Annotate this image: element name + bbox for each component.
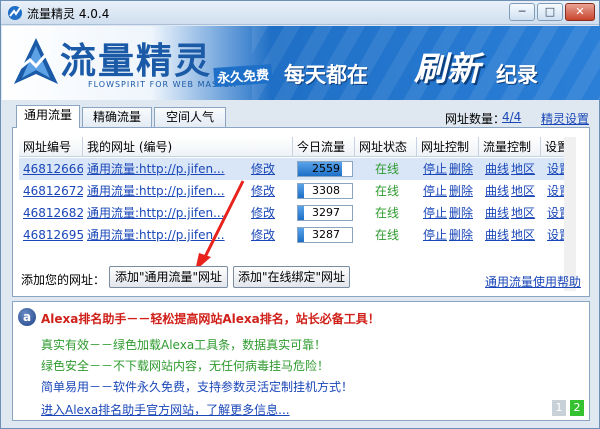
row-status: 在线 [375, 162, 400, 176]
spirit-settings-link[interactable]: 精灵设置 [541, 110, 589, 127]
pointer-arrow-icon [195, 180, 245, 271]
alexa-feature-3: 简单易用－－软件永久免费，支持参数灵活定制挂机方式！ [41, 380, 354, 394]
add-general-url-button[interactable]: 添加"通用流量"网址 [109, 266, 228, 288]
row-curve-link[interactable]: 曲线 [481, 224, 509, 246]
add-url-label: 添加您的网址： [21, 273, 106, 287]
column-header-id[interactable]: 网址编号 [19, 137, 83, 157]
close-button[interactable]: ✕ [565, 3, 595, 21]
tab-general-traffic[interactable]: 通用流量 [16, 105, 80, 128]
row-region-link[interactable]: 地区 [507, 202, 537, 224]
row-edit-link[interactable]: 修改 [247, 158, 287, 180]
alexa-feature-2: 绿色安全－－不下载网站内容，无任何病毒挂马危险！ [41, 359, 330, 373]
column-header-flow[interactable]: 今日流量 [293, 137, 355, 157]
column-header-flow-control[interactable]: 流量控制 [479, 137, 541, 157]
table-row[interactable]: 46812682 通用流量:http://p.jifen... 修改 在线 停止 删除 曲线… [19, 202, 576, 224]
row-stop-link[interactable]: 停止 [419, 158, 447, 180]
row-region-link[interactable]: 地区 [507, 158, 537, 180]
row-delete-link[interactable]: 删除 [445, 224, 475, 246]
row-flow-value: 3287 [312, 228, 340, 241]
slogan-part1: 每天都在 [284, 63, 368, 87]
row-id-link[interactable]: 46812672 [19, 180, 83, 202]
tab-precise-traffic[interactable]: 精确流量 [82, 107, 152, 127]
row-status: 在线 [375, 206, 400, 220]
row-edit-link[interactable]: 修改 [247, 224, 287, 246]
maximize-button[interactable]: □ [537, 3, 563, 21]
minimize-button[interactable]: ─ [509, 3, 535, 21]
info-page-1-button[interactable]: 1 [552, 400, 566, 416]
row-id-link[interactable]: 46812695 [19, 224, 83, 246]
alexa-feature-1: 真实有效－－绿色加载Alexa工具条，数据真实可靠！ [41, 338, 327, 352]
column-header-status[interactable]: 网址状态 [355, 137, 417, 157]
row-id-link[interactable]: 46812666 [19, 158, 83, 180]
row-flow-meter: 2559 [297, 161, 353, 177]
row-stop-link[interactable]: 停止 [419, 202, 447, 224]
row-id-link[interactable]: 46812682 [19, 202, 83, 224]
info-page-2-button[interactable]: 2 [570, 400, 584, 416]
row-status: 在线 [375, 184, 400, 198]
alexa-icon: a [18, 308, 36, 326]
row-delete-link[interactable]: 删除 [445, 158, 475, 180]
table-row[interactable]: 46812695 通用流量:http://p.jifen... 修改 在线 停止 删除 曲线… [19, 224, 576, 246]
row-flow-value: 3297 [312, 206, 340, 219]
row-flow-meter: 3308 [297, 183, 353, 199]
logo-text: 流量精灵 [60, 40, 213, 82]
flow-spirit-logo-icon [14, 38, 58, 84]
row-delete-link[interactable]: 删除 [445, 202, 475, 224]
app-logo-icon [8, 6, 22, 20]
alexa-title: Alexa排名助手－－轻松提高网站Alexa排名，站长必备工具！ [41, 312, 380, 326]
table-row[interactable]: 46812672 通用流量:http://p.jifen... 修改 在线 停止 删除 曲线… [19, 180, 576, 202]
general-traffic-help-link[interactable]: 通用流量使用帮助 [485, 273, 581, 290]
row-stop-link[interactable]: 停止 [419, 224, 447, 246]
column-header-url-control[interactable]: 网址控制 [417, 137, 479, 157]
row-curve-link[interactable]: 曲线 [481, 158, 509, 180]
row-region-link[interactable]: 地区 [507, 180, 537, 202]
window-title: 流量精灵 4.0.4 [27, 7, 110, 21]
url-count-value[interactable]: 4/4 [502, 110, 521, 124]
column-header-url[interactable]: 我的网址 (编号) [83, 137, 293, 157]
slogan-part3: 纪录 [496, 63, 538, 87]
row-delete-link[interactable]: 删除 [445, 180, 475, 202]
row-flow-value: 3308 [312, 184, 340, 197]
url-count-label: 网址数量： [445, 112, 506, 126]
row-region-link[interactable]: 地区 [507, 224, 537, 246]
add-online-binding-url-button[interactable]: 添加"在线绑定"网址 [233, 266, 350, 288]
row-edit-link[interactable]: 修改 [247, 180, 287, 202]
row-flow-bar [298, 184, 304, 198]
row-flow-value: 2559 [312, 162, 340, 175]
table-row[interactable]: 46812666 通用流量:http://p.jifen... 修改 在线 停止 删除 曲线… [19, 158, 576, 180]
row-edit-link[interactable]: 修改 [247, 202, 287, 224]
table-scrollbar[interactable] [564, 137, 576, 291]
row-status: 在线 [375, 228, 400, 242]
row-flow-meter: 3297 [297, 205, 353, 221]
row-curve-link[interactable]: 曲线 [481, 180, 509, 202]
title-bar[interactable]: 流量精灵 4.0.4 ─ □ ✕ [1, 1, 599, 25]
row-curve-link[interactable]: 曲线 [481, 202, 509, 224]
row-flow-bar [298, 228, 304, 242]
main-window: 流量精灵 4.0.4 ─ □ ✕ 流量精灵 FLOWSPIRIT FOR WEB… [0, 0, 600, 429]
banner: 流量精灵 FLOWSPIRIT FOR WEB MASTER 永久免费 每天都在… [2, 26, 600, 100]
row-stop-link[interactable]: 停止 [419, 180, 447, 202]
alexa-website-link[interactable]: 进入Alexa排名助手官方网站，了解更多信息... [41, 401, 290, 418]
free-tag: 永久免费 [213, 63, 273, 88]
row-flow-meter: 3287 [297, 227, 353, 243]
tab-space-popularity[interactable]: 空间人气 [154, 107, 226, 127]
row-flow-bar [298, 206, 304, 220]
slogan-part2: 刷新 [414, 49, 480, 88]
